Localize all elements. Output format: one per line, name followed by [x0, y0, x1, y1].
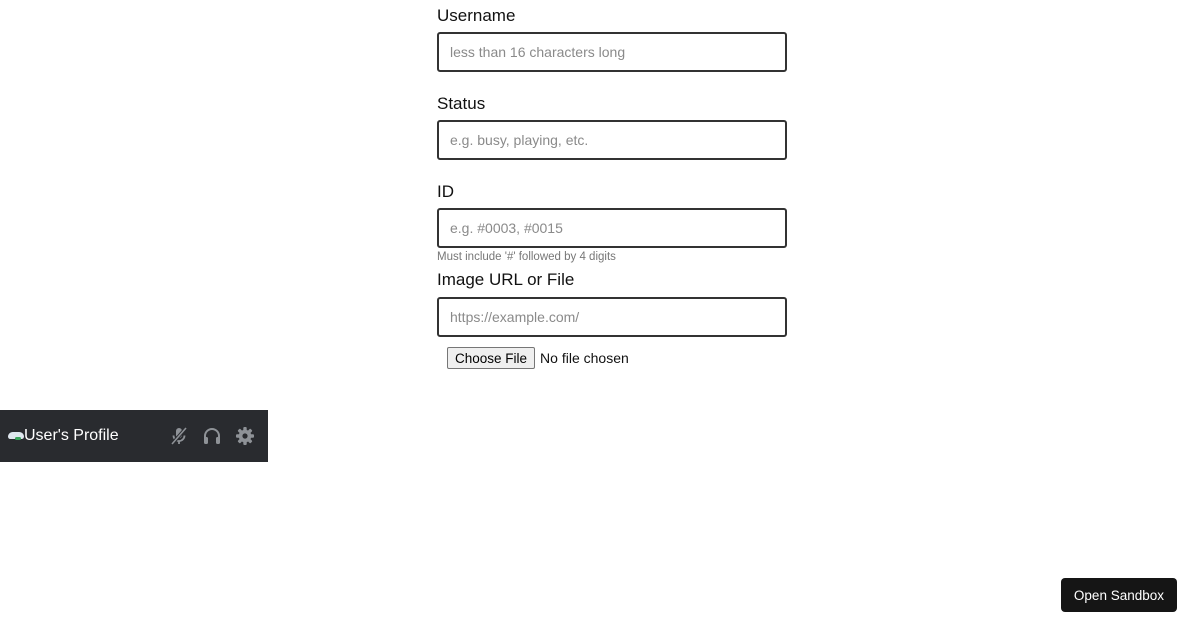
status-input[interactable] — [437, 120, 787, 160]
user-controls — [168, 425, 267, 447]
online-status-indicator — [15, 437, 21, 440]
file-status: No file chosen — [540, 350, 629, 366]
user-panel: User's Profile — [0, 410, 268, 462]
id-input[interactable] — [437, 208, 787, 248]
image-url-input[interactable] — [437, 297, 787, 337]
status-label: Status — [437, 94, 486, 113]
choose-file-button[interactable]: Choose File — [447, 347, 536, 369]
username-label: Username — [437, 6, 516, 25]
profile-form: Username Status ID Must include '#' foll… — [437, 0, 787, 369]
id-label: ID — [437, 182, 454, 201]
profile-name[interactable]: User's Profile — [24, 426, 124, 446]
mute-microphone-icon[interactable] — [168, 425, 190, 447]
headphones-icon[interactable] — [201, 425, 223, 447]
open-sandbox-button[interactable]: Open Sandbox — [1060, 578, 1177, 612]
image-url-label: Image URL or File — [437, 270, 575, 289]
settings-gear-icon[interactable] — [234, 425, 256, 447]
username-input[interactable] — [437, 32, 787, 72]
avatar[interactable] — [8, 432, 24, 440]
id-hint: Must include '#' followed by 4 digits — [437, 251, 616, 263]
file-input: Choose File No file chosen — [447, 347, 787, 369]
